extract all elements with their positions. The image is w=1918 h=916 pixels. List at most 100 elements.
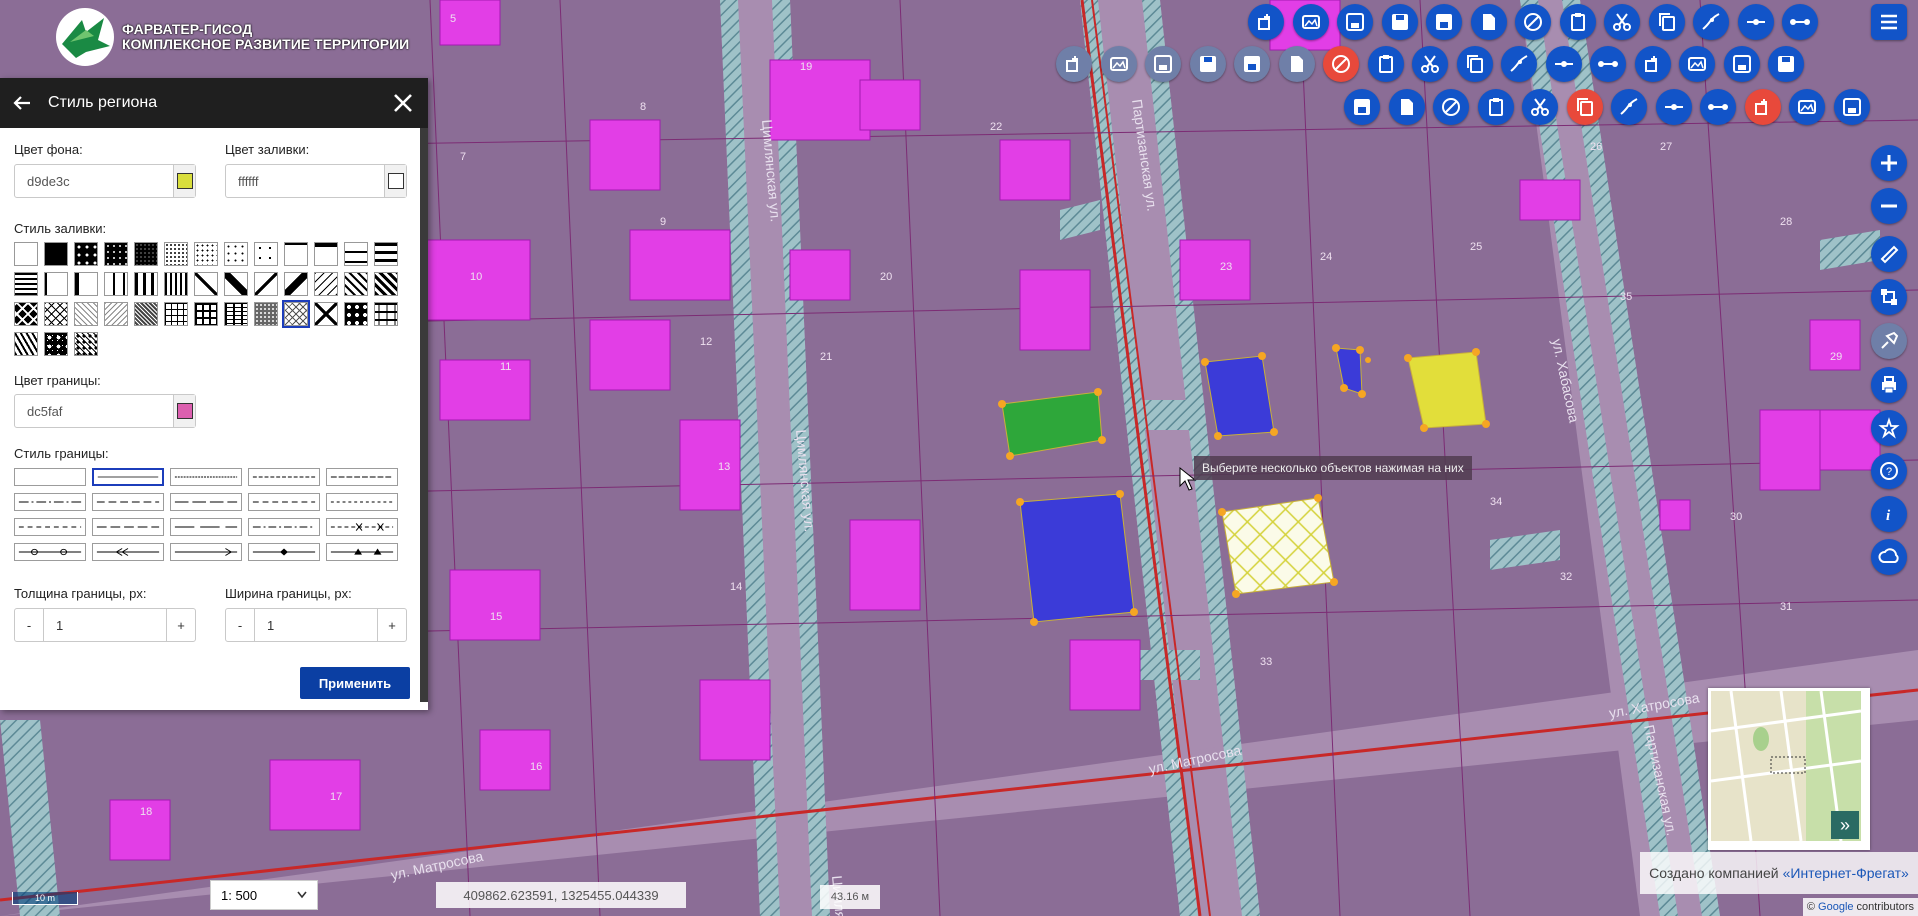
border-style-option[interactable] bbox=[14, 493, 86, 511]
border-style-option[interactable] bbox=[92, 543, 164, 561]
bg-color-input[interactable] bbox=[15, 165, 173, 197]
border-style-option[interactable] bbox=[170, 493, 242, 511]
border-style-option[interactable] bbox=[14, 518, 86, 536]
segment-button[interactable] bbox=[1782, 4, 1818, 40]
border-width-value[interactable]: 1 bbox=[254, 609, 378, 641]
lasso-button[interactable] bbox=[1611, 89, 1647, 125]
border-style-option[interactable] bbox=[14, 543, 86, 561]
vertex-button[interactable] bbox=[1737, 4, 1774, 40]
info-button[interactable]: i bbox=[1871, 496, 1907, 532]
credit-link[interactable]: «Интернет-Фрегат» bbox=[1783, 865, 1909, 881]
fill-pattern-option[interactable] bbox=[224, 302, 248, 326]
clipboard-button[interactable] bbox=[1559, 4, 1596, 40]
fill-pattern-option[interactable] bbox=[74, 302, 98, 326]
fill-pattern-option[interactable] bbox=[44, 332, 68, 356]
border-style-option[interactable] bbox=[170, 543, 242, 561]
fill-pattern-option[interactable] bbox=[164, 272, 188, 296]
border-style-option[interactable] bbox=[326, 543, 398, 561]
print-button[interactable] bbox=[1871, 367, 1907, 403]
fill-pattern-option[interactable] bbox=[282, 300, 310, 328]
cancel-button[interactable] bbox=[1515, 4, 1551, 40]
fill-pattern-option[interactable] bbox=[194, 272, 218, 296]
border-color-field[interactable] bbox=[14, 394, 196, 428]
decrement-button[interactable]: - bbox=[226, 609, 254, 641]
branch-button[interactable] bbox=[1679, 46, 1715, 82]
fill-pattern-option[interactable] bbox=[374, 302, 398, 326]
fill-pattern-option[interactable] bbox=[134, 242, 158, 266]
fill-pattern-option[interactable] bbox=[74, 242, 98, 266]
shapes-button[interactable] bbox=[1433, 89, 1469, 125]
border-style-option[interactable] bbox=[248, 543, 320, 561]
merge-button[interactable] bbox=[1189, 46, 1226, 82]
help-button[interactable]: ? bbox=[1871, 453, 1907, 489]
border-style-option[interactable] bbox=[248, 518, 320, 536]
minimap-expand-button[interactable]: » bbox=[1831, 811, 1859, 839]
bg-color-picker[interactable] bbox=[173, 165, 195, 197]
fill-pattern-option[interactable] bbox=[374, 242, 398, 266]
fill-pattern-option[interactable] bbox=[284, 272, 308, 296]
fill-pattern-option[interactable] bbox=[104, 242, 128, 266]
fill-pattern-option[interactable] bbox=[314, 302, 338, 326]
settings-button[interactable] bbox=[1789, 89, 1825, 125]
border-color-picker[interactable] bbox=[173, 395, 195, 427]
fill-color-picker[interactable] bbox=[384, 165, 406, 197]
nodes-button[interactable] bbox=[1634, 46, 1671, 82]
fill-pattern-option[interactable] bbox=[224, 242, 248, 266]
apply-button[interactable]: Применить bbox=[300, 667, 410, 699]
split-button[interactable] bbox=[1145, 46, 1181, 82]
duplicate-button[interactable] bbox=[1278, 46, 1315, 82]
fill-pattern-option[interactable] bbox=[134, 302, 158, 326]
rotate-button[interactable] bbox=[1501, 46, 1537, 82]
close-editor-button[interactable] bbox=[1833, 89, 1870, 125]
fill-color-input[interactable] bbox=[226, 165, 384, 197]
fill-pattern-option[interactable] bbox=[14, 272, 38, 296]
fill-pattern-option[interactable] bbox=[44, 272, 68, 296]
reshape-button[interactable] bbox=[1100, 46, 1137, 82]
magic-wand-button[interactable] bbox=[1412, 46, 1448, 82]
fill-pattern-option[interactable] bbox=[14, 302, 38, 326]
polyline-button[interactable] bbox=[1056, 46, 1092, 82]
fill-pattern-option[interactable] bbox=[14, 242, 38, 266]
border-style-option[interactable] bbox=[14, 468, 86, 486]
zoom-in-button[interactable] bbox=[1871, 145, 1907, 181]
border-style-option[interactable] bbox=[326, 468, 398, 486]
ruler-measure-button[interactable] bbox=[1871, 236, 1907, 272]
fill-pattern-option[interactable] bbox=[104, 272, 128, 296]
border-color-input[interactable] bbox=[15, 395, 173, 427]
back-arrow-icon[interactable] bbox=[12, 93, 32, 113]
close-icon[interactable] bbox=[392, 92, 414, 114]
increment-button[interactable]: + bbox=[167, 609, 195, 641]
ruler-button[interactable] bbox=[1655, 89, 1692, 125]
border-width-stepper[interactable]: - 1 + bbox=[225, 608, 407, 642]
check-all-button[interactable] bbox=[1344, 89, 1380, 125]
save-as-button[interactable] bbox=[1337, 4, 1373, 40]
border-style-option[interactable] bbox=[170, 518, 242, 536]
move-button[interactable] bbox=[1545, 46, 1582, 82]
network-button[interactable] bbox=[1871, 279, 1907, 315]
border-thickness-value[interactable]: 1 bbox=[43, 609, 167, 641]
fill-pattern-option[interactable] bbox=[314, 272, 338, 296]
fill-pattern-option[interactable] bbox=[104, 302, 128, 326]
border-style-option[interactable] bbox=[326, 493, 398, 511]
border-style-option[interactable] bbox=[92, 518, 164, 536]
fill-pattern-option[interactable] bbox=[44, 242, 68, 266]
fill-pattern-option[interactable] bbox=[164, 242, 188, 266]
fill-pattern-option[interactable] bbox=[134, 272, 158, 296]
add-layer-button[interactable] bbox=[1248, 4, 1284, 40]
bg-color-field[interactable] bbox=[14, 164, 196, 198]
fill-pattern-option[interactable] bbox=[194, 302, 218, 326]
clean-button[interactable] bbox=[1871, 323, 1907, 359]
resize-button[interactable] bbox=[1723, 46, 1760, 82]
decrement-button[interactable]: - bbox=[15, 609, 43, 641]
pencil-button[interactable] bbox=[1744, 89, 1781, 125]
fill-pattern-option[interactable] bbox=[254, 242, 278, 266]
fill-pattern-option[interactable] bbox=[44, 302, 68, 326]
fill-pattern-option[interactable] bbox=[314, 242, 338, 266]
fill-pattern-option[interactable] bbox=[194, 242, 218, 266]
google-link[interactable]: Google bbox=[1818, 901, 1853, 913]
smooth-button[interactable] bbox=[1477, 89, 1514, 125]
border-style-option[interactable] bbox=[92, 468, 164, 486]
triangle-button[interactable] bbox=[1522, 89, 1558, 125]
increment-button[interactable]: + bbox=[378, 609, 406, 641]
fill-pattern-option[interactable] bbox=[164, 302, 188, 326]
